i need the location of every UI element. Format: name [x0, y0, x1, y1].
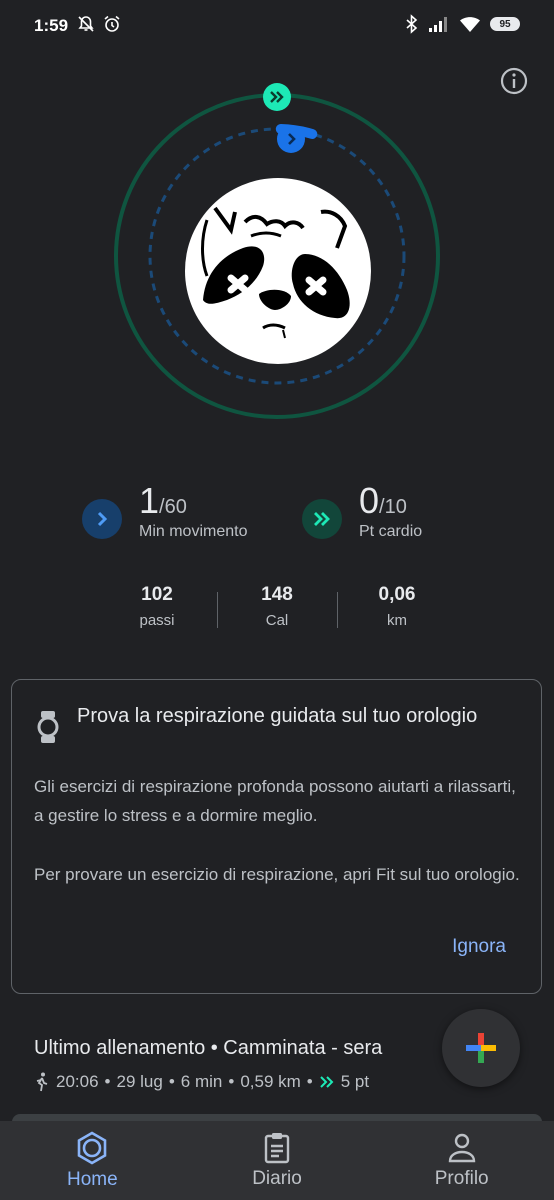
heart-points-icon: [302, 499, 342, 539]
heart-points-goal: /10: [379, 496, 407, 518]
alarm-icon: [104, 15, 120, 32]
metric-distance: 0,06 km: [347, 584, 447, 629]
workout-date: 29 lug: [116, 1072, 163, 1091]
double-chevron-icon: [320, 1076, 334, 1088]
chevron-right-icon: [97, 511, 108, 527]
workout-points: 5 pt: [340, 1072, 370, 1091]
status-icons-left: [76, 14, 122, 34]
heart-points-count: 0: [359, 480, 380, 521]
bluetooth-icon: [406, 14, 418, 34]
last-workout-meta: 20:06 • 29 lug • 6 min • 0,59 km • 5 pt: [34, 1072, 369, 1092]
home-ring-icon: [78, 1130, 107, 1165]
heart-points-label: Pt cardio: [359, 523, 423, 540]
nav-home[interactable]: Home: [0, 1121, 185, 1200]
watch-icon: [37, 711, 59, 743]
nav-label: Profilo: [434, 1167, 489, 1189]
move-minutes-ring-marker: [277, 125, 305, 153]
status-time: 1:59: [34, 16, 69, 35]
clipboard-icon: [264, 1132, 290, 1163]
card-paragraph: Per provare un esercizio di respirazione…: [34, 865, 520, 884]
plus-icon: [466, 1033, 496, 1063]
metric-label: Cal: [265, 612, 289, 629]
bottom-navigation: Home Diario Profilo: [0, 1121, 554, 1200]
separator: •: [104, 1072, 111, 1091]
workout-time: 20:06: [56, 1072, 99, 1091]
move-minutes-goal: /60: [159, 496, 187, 518]
move-minutes-value: 1/60: [139, 480, 187, 522]
move-minutes-count: 1: [139, 480, 160, 521]
move-minutes-icon: [82, 499, 122, 539]
separator: •: [306, 1072, 313, 1091]
metric-label: passi: [139, 612, 175, 629]
chevron-right-icon: [288, 133, 296, 145]
divider: [337, 592, 338, 628]
metric-calories: 148 Cal: [227, 584, 327, 629]
nav-label: Home: [66, 1168, 118, 1190]
metric-value: 0,06: [378, 584, 416, 605]
wifi-icon: [460, 17, 480, 32]
nav-label: Diario: [252, 1167, 302, 1189]
profile-avatar[interactable]: [185, 178, 371, 364]
breathing-card: Prova la respirazione guidata sul tuo or…: [11, 679, 542, 994]
person-icon: [448, 1133, 475, 1162]
card-title: Prova la respirazione guidata sul tuo or…: [77, 705, 478, 727]
heart-points-ring-marker: [263, 83, 291, 111]
metric-label: km: [387, 612, 407, 629]
separator: •: [228, 1072, 235, 1091]
heart-points-value: 0/10: [359, 480, 407, 522]
metric-value: 102: [141, 584, 173, 605]
separator: •: [168, 1072, 175, 1091]
nav-profile[interactable]: Profilo: [369, 1121, 554, 1200]
info-icon[interactable]: [499, 66, 529, 96]
add-button[interactable]: [442, 1009, 520, 1087]
divider: [217, 592, 218, 628]
battery-icon: 95: [490, 17, 520, 31]
workout-duration: 6 min: [180, 1072, 223, 1091]
metric-steps: 102 passi: [107, 584, 207, 629]
nav-journal[interactable]: Diario: [185, 1121, 370, 1200]
mute-icon: [78, 16, 94, 32]
workout-distance: 0,59 km: [240, 1072, 301, 1091]
metric-value: 148: [261, 584, 293, 605]
double-chevron-icon: [270, 91, 284, 103]
signal-icon: [429, 17, 447, 32]
walking-icon: [36, 1072, 48, 1092]
panda-avatar-icon: [201, 206, 350, 339]
move-minutes-label: Min movimento: [139, 523, 248, 540]
dismiss-button[interactable]: Ignora: [452, 936, 506, 958]
last-workout-title[interactable]: Ultimo allenamento • Camminata - sera: [34, 1037, 382, 1060]
status-icons-right: 95: [405, 14, 520, 34]
card-paragraph: Gli esercizi di respirazione profonda po…: [34, 777, 516, 825]
double-chevron-icon: [314, 512, 330, 526]
